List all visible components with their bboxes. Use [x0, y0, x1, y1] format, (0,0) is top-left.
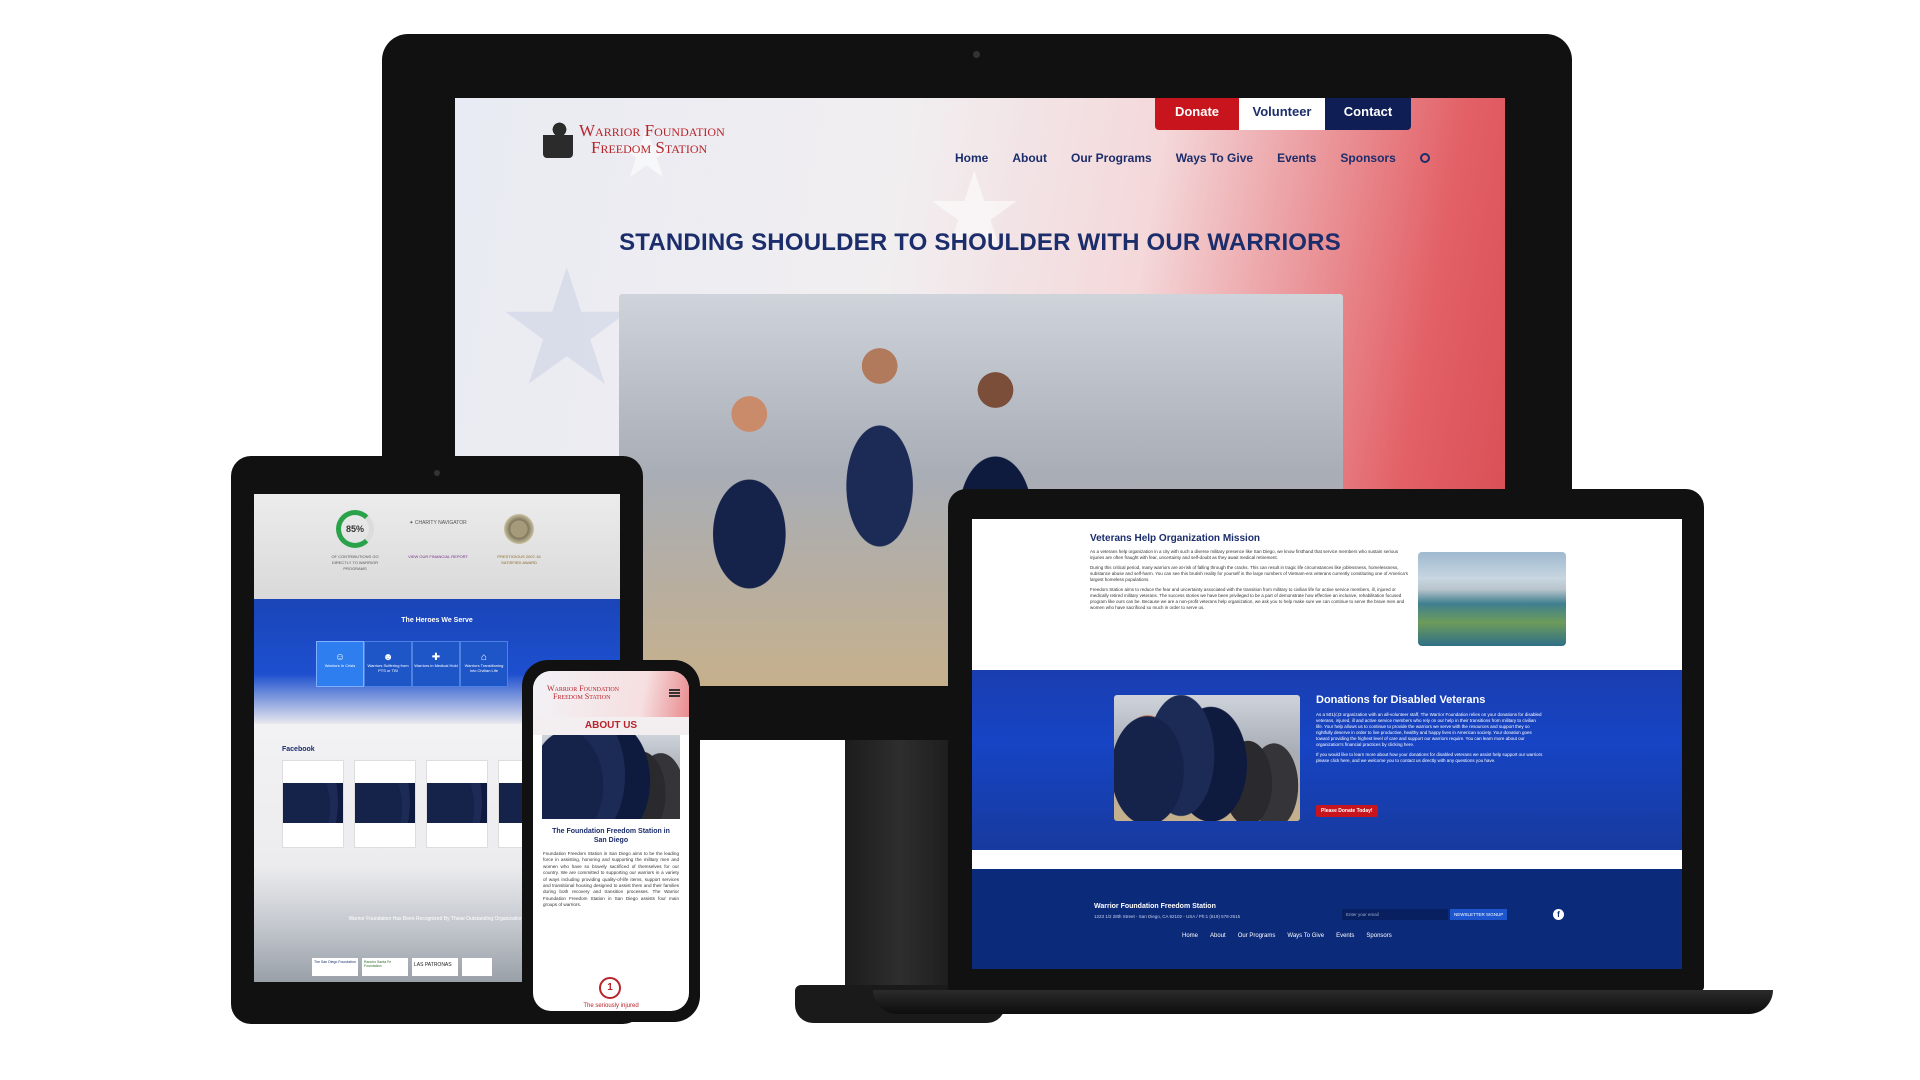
charity-navigator-logo: ✦ CHARITY NAVIGATOR [402, 520, 474, 526]
heroes-title: The Heroes We Serve [401, 617, 473, 624]
footer-nav-events[interactable]: Events [1336, 933, 1354, 939]
nav-about[interactable]: About [1012, 151, 1047, 165]
donations-section: Donations for Disabled Veterans As a 501… [972, 670, 1682, 850]
donations-text: As a 501(c)3 organization with an all-vo… [1316, 712, 1544, 764]
soldier-logo-icon [543, 120, 573, 158]
footer-nav-home[interactable]: Home [1182, 933, 1198, 939]
hero-title: STANDING SHOULDER TO SHOULDER WITH OUR W… [619, 229, 1341, 256]
hero-tab-label: Warriors In Crisis [324, 663, 356, 668]
about-photo [542, 735, 680, 819]
footer: Warrior Foundation Freedom Station 1223 … [972, 869, 1682, 969]
footer-name: Warrior Foundation Freedom Station [1094, 903, 1216, 910]
percent-ring: 85% [336, 510, 374, 548]
sponsor-logos: The San Diego Foundation Rancho Santa Fe… [312, 958, 492, 976]
stat-award: PRESTIGIOUS 2007-16 SATISFIED AWARD [497, 554, 541, 565]
donate-button[interactable]: Donate [1155, 98, 1239, 130]
mission-paragraph: As a veterans help organization in a cit… [1090, 549, 1399, 560]
laptop-screen: Veterans Help Organization Mission As a … [972, 519, 1682, 969]
nav-ways-to-give[interactable]: Ways To Give [1176, 151, 1253, 165]
mission-text: As a veterans help organization in a cit… [1090, 549, 1408, 611]
stat-contributions: OF CONTRIBUTIONS GO DIRECTLY TO WARRIOR … [331, 554, 379, 571]
stats-band: 85% OF CONTRIBUTIONS GO DIRECTLY TO WARR… [254, 494, 620, 599]
logo-line1: Warrior Foundation [579, 121, 725, 140]
footer-nav-sponsors[interactable]: Sponsors [1366, 933, 1391, 939]
facebook-posts [282, 760, 560, 848]
nav-home[interactable]: Home [955, 151, 988, 165]
hero-tab-4[interactable]: ⌂ Warriors Transitioning into Civilian Li… [460, 641, 508, 687]
medical-icon: ✚ [431, 652, 441, 663]
award-seal-icon [504, 514, 534, 544]
footer-nav-about[interactable]: About [1210, 933, 1226, 939]
donate-today-button[interactable]: Please Donate Today! [1316, 805, 1378, 817]
newsletter-email-input[interactable]: Enter your email [1342, 909, 1448, 920]
search-icon[interactable] [1419, 153, 1430, 163]
about-title: ABOUT US [533, 717, 689, 735]
facebook-icon[interactable]: f [1553, 909, 1564, 920]
facebook-post-card[interactable] [354, 760, 416, 848]
facebook-post-card[interactable] [282, 760, 344, 848]
footer-nav: Home About Our Programs Ways To Give Eve… [1182, 933, 1392, 939]
step-label: The seriously injured [583, 1003, 639, 1009]
nav-events[interactable]: Events [1277, 151, 1316, 165]
facebook-title: Facebook [282, 746, 315, 753]
phone-logo[interactable]: Warrior Foundation Freedom Station [547, 685, 619, 701]
hero-tab-2[interactable]: ☻ Warriors Suffering from PTS or TBI [364, 641, 412, 687]
phone-logo-line2: Freedom Station [553, 692, 611, 701]
main-nav: Home About Our Programs Ways To Give Eve… [955, 151, 1430, 165]
contact-button[interactable]: Contact [1325, 98, 1411, 130]
sponsor-logo[interactable] [462, 958, 492, 976]
donations-paragraph: If you would like to learn more about ho… [1316, 752, 1543, 763]
about-subtitle: The Foundation Freedom Station in San Di… [552, 828, 670, 844]
donations-paragraph: As a 501(c)3 organization with an all-vo… [1316, 712, 1542, 747]
newsletter-signup-button[interactable]: NEWSLETTER SIGNUP [1450, 909, 1508, 920]
laptop-base [873, 990, 1773, 1014]
nav-programs[interactable]: Our Programs [1071, 151, 1152, 165]
volunteer-button[interactable]: Volunteer [1239, 98, 1325, 130]
nav-sponsors[interactable]: Sponsors [1340, 151, 1395, 165]
hero-tab-label: Warriors in Medical Hold [414, 663, 458, 668]
hero-tab-1[interactable]: ☺ Warriors In Crisis [316, 641, 364, 687]
donations-photo [1114, 695, 1300, 821]
sponsor-logo[interactable]: The San Diego Foundation [312, 958, 358, 976]
heroes-tabs: ☺ Warriors In Crisis ☻ Warriors Suffering … [316, 641, 508, 687]
top-action-buttons: Donate Volunteer Contact [1155, 98, 1411, 130]
hero-tab-label: Warriors Transitioning into Civilian Lif… [464, 663, 504, 673]
hamburger-menu-icon-bar [669, 692, 680, 694]
phone-screen: Warrior Foundation Freedom Station ABOUT… [533, 671, 689, 1011]
hero-tab-label: Warriors Suffering from PTS or TBI [367, 663, 409, 673]
footer-nav-ways-to-give[interactable]: Ways To Give [1287, 933, 1324, 939]
charity-label: CHARITY NAVIGATOR [414, 520, 467, 526]
stat-financial[interactable]: VIEW OUR FINANCIAL REPORT [406, 554, 470, 560]
donations-title: Donations for Disabled Veterans [1316, 694, 1486, 706]
facebook-post-card[interactable] [426, 760, 488, 848]
logo-line2: Freedom Station [591, 138, 708, 157]
monitor-camera [973, 51, 980, 58]
footer-address: 1223 1/2 28th Street - San Diego, CA 921… [1094, 914, 1241, 919]
mission-paragraph: Freedom Station aims to reduce the fear … [1090, 587, 1405, 610]
person-icon: ☺ [334, 652, 346, 663]
sponsor-logo[interactable]: LAS PATRONAS [412, 958, 458, 976]
footer-nav-programs[interactable]: Our Programs [1238, 933, 1276, 939]
san-diego-aerial-photo [1418, 552, 1566, 646]
percent-value: 85% [345, 524, 364, 534]
hero-tab-3[interactable]: ✚ Warriors in Medical Hold [412, 641, 460, 687]
site-logo[interactable]: Warrior Foundation Freedom Station [543, 120, 725, 158]
mission-title: Veterans Help Organization Mission [1090, 533, 1261, 544]
people-icon: ☻ [382, 652, 394, 663]
about-body: Foundation Freedom Station in San Diego … [543, 851, 679, 908]
mission-paragraph: During this critical period, many warrio… [1090, 565, 1408, 582]
flag-star: ★ [495, 238, 639, 417]
house-icon: ⌂ [480, 652, 488, 663]
tablet-camera [434, 470, 440, 476]
step-number-badge: 1 [599, 977, 621, 999]
monitor-stand [845, 740, 955, 990]
sponsor-logo[interactable]: Rancho Santa Fe Foundation [362, 958, 408, 976]
